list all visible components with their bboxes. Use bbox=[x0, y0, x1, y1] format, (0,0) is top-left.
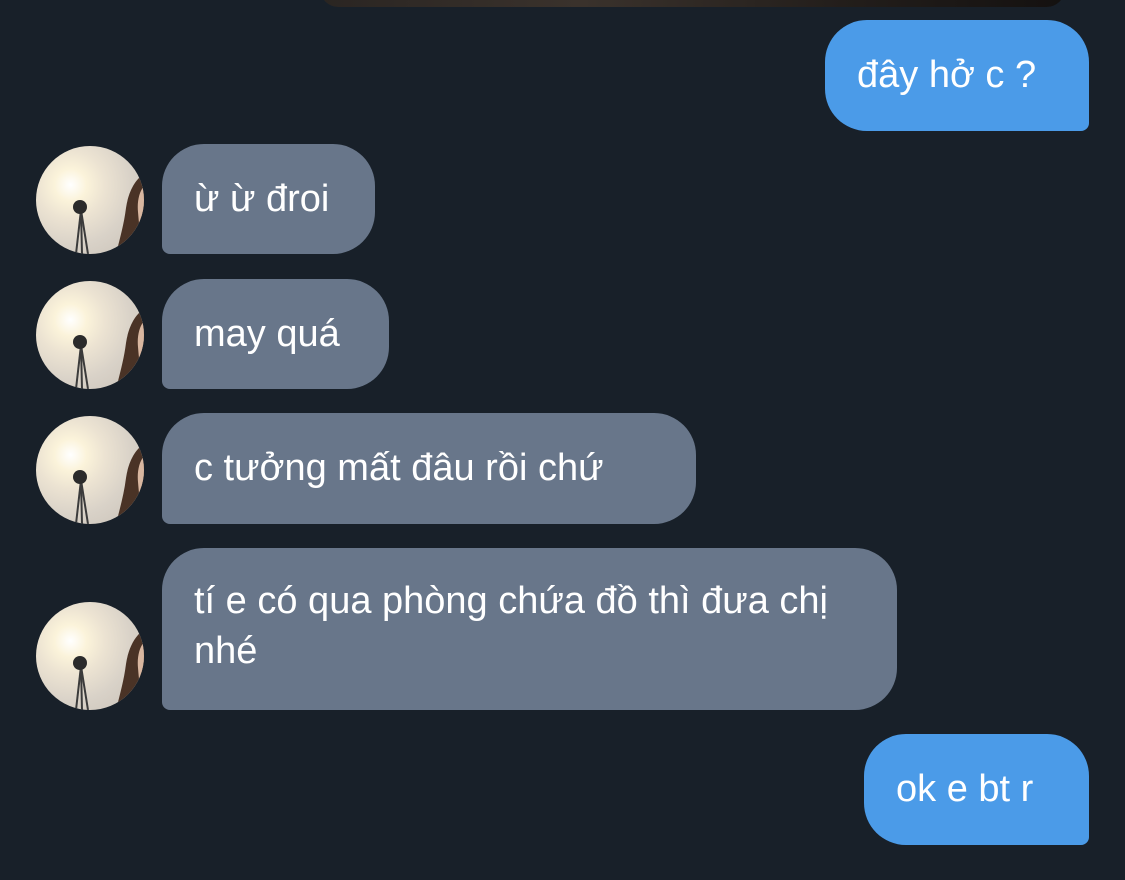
media-message-preview[interactable] bbox=[320, 0, 1065, 7]
avatar-photo-icon bbox=[73, 174, 144, 254]
contact-avatar[interactable] bbox=[36, 146, 144, 254]
incoming-message-bubble[interactable]: may quá bbox=[162, 279, 389, 389]
message-text: tí e có qua phòng chứa đồ thì đưa chị nh… bbox=[194, 580, 828, 672]
outgoing-message-bubble[interactable]: đây hở c ? bbox=[825, 20, 1089, 131]
outgoing-message-bubble[interactable]: ok e bt r bbox=[864, 734, 1089, 845]
incoming-message-bubble[interactable]: ừ ừ đroi bbox=[162, 144, 375, 254]
message-text: may quá bbox=[194, 313, 340, 355]
contact-avatar[interactable] bbox=[36, 602, 144, 710]
avatar-photo-icon bbox=[73, 309, 144, 389]
incoming-message-bubble[interactable]: c tưởng mất đâu rồi chứ bbox=[162, 413, 696, 524]
avatar-photo-icon bbox=[73, 630, 144, 710]
avatar-photo-icon bbox=[73, 444, 144, 524]
message-text: ok e bt r bbox=[896, 768, 1034, 810]
message-text: c tưởng mất đâu rồi chứ bbox=[194, 447, 604, 489]
chat-thread: đây hở c ? ừ ừ đroi may quá c tưởng mất … bbox=[0, 0, 1125, 880]
contact-avatar[interactable] bbox=[36, 281, 144, 389]
contact-avatar[interactable] bbox=[36, 416, 144, 524]
message-text: ừ ừ đroi bbox=[194, 178, 330, 220]
incoming-message-bubble[interactable]: tí e có qua phòng chứa đồ thì đưa chị nh… bbox=[162, 548, 897, 710]
message-text: đây hở c ? bbox=[857, 54, 1037, 96]
